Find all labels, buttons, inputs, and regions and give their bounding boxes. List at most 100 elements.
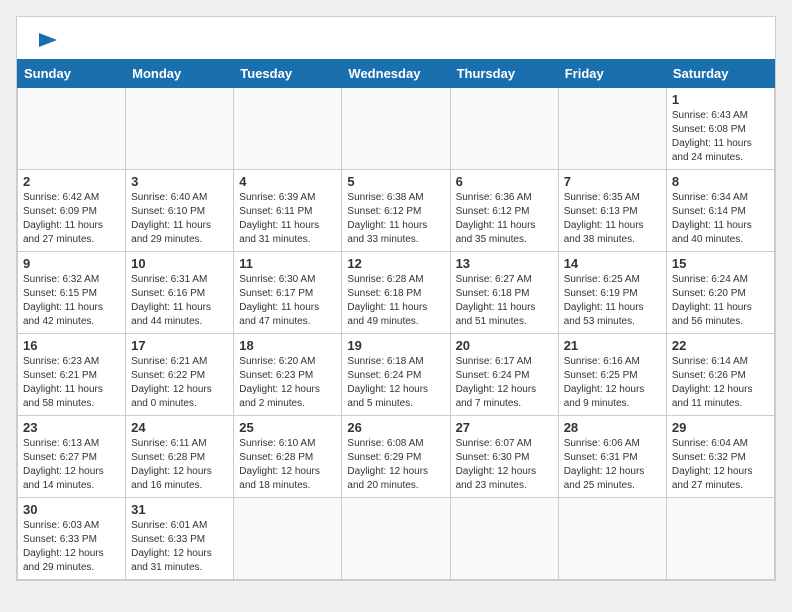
day-number: 11 <box>239 256 336 271</box>
day-number: 13 <box>456 256 553 271</box>
weekday-header-thursday: Thursday <box>450 60 558 88</box>
day-cell: 9 Sunrise: 6:32 AM Sunset: 6:15 PM Daylig… <box>18 252 126 334</box>
day-info: Sunrise: 6:25 AM Sunset: 6:19 PM Dayligh… <box>564 273 661 329</box>
weekday-header-wednesday: Wednesday <box>342 60 450 88</box>
day-cell <box>342 498 450 580</box>
day-info: Sunrise: 6:39 AM Sunset: 6:11 PM Dayligh… <box>239 191 336 247</box>
weekday-header-row: SundayMondayTuesdayWednesdayThursdayFrid… <box>18 60 775 88</box>
day-cell <box>558 498 666 580</box>
day-info: Sunrise: 6:01 AM Sunset: 6:33 PM Dayligh… <box>131 519 228 575</box>
day-info: Sunrise: 6:35 AM Sunset: 6:13 PM Dayligh… <box>564 191 661 247</box>
week-row-1: 1Sunrise: 6:43 AM Sunset: 6:08 PM Daylig… <box>18 88 775 170</box>
logo <box>33 29 59 51</box>
day-number: 21 <box>564 338 661 353</box>
day-cell: 31Sunrise: 6:01 AM Sunset: 6:33 PM Dayli… <box>126 498 234 580</box>
day-cell <box>18 88 126 170</box>
day-info: Sunrise: 6:06 AM Sunset: 6:31 PM Dayligh… <box>564 437 661 493</box>
day-number: 25 <box>239 420 336 435</box>
day-info: Sunrise: 6:03 AM Sunset: 6:33 PM Dayligh… <box>23 519 120 575</box>
day-cell: 17Sunrise: 6:21 AM Sunset: 6:22 PM Dayli… <box>126 334 234 416</box>
day-number: 5 <box>347 174 444 189</box>
day-number: 18 <box>239 338 336 353</box>
day-info: Sunrise: 6:08 AM Sunset: 6:29 PM Dayligh… <box>347 437 444 493</box>
day-info: Sunrise: 6:34 AM Sunset: 6:14 PM Dayligh… <box>672 191 769 247</box>
day-number: 17 <box>131 338 228 353</box>
day-number: 27 <box>456 420 553 435</box>
calendar-container: SundayMondayTuesdayWednesdayThursdayFrid… <box>16 16 776 581</box>
week-row-2: 2 Sunrise: 6:42 AM Sunset: 6:09 PM Daylig… <box>18 170 775 252</box>
day-number: 14 <box>564 256 661 271</box>
week-row-3: 9 Sunrise: 6:32 AM Sunset: 6:15 PM Daylig… <box>18 252 775 334</box>
day-number: 4 <box>239 174 336 189</box>
day-info: Sunrise: 6:07 AM Sunset: 6:30 PM Dayligh… <box>456 437 553 493</box>
day-cell: 18 Sunrise: 6:20 AM Sunset: 6:23 PM Dayli… <box>234 334 342 416</box>
day-number: 22 <box>672 338 769 353</box>
day-cell: 5 Sunrise: 6:38 AM Sunset: 6:12 PM Daylig… <box>342 170 450 252</box>
day-cell: 27 Sunrise: 6:07 AM Sunset: 6:30 PM Dayli… <box>450 416 558 498</box>
day-cell: 20Sunrise: 6:17 AM Sunset: 6:24 PM Dayli… <box>450 334 558 416</box>
day-number: 15 <box>672 256 769 271</box>
day-info: Sunrise: 6:28 AM Sunset: 6:18 PM Dayligh… <box>347 273 444 329</box>
day-number: 29 <box>672 420 769 435</box>
day-number: 9 <box>23 256 120 271</box>
day-cell: 19 Sunrise: 6:18 AM Sunset: 6:24 PM Dayli… <box>342 334 450 416</box>
weekday-header-sunday: Sunday <box>18 60 126 88</box>
day-number: 8 <box>672 174 769 189</box>
day-cell <box>450 88 558 170</box>
day-info: Sunrise: 6:04 AM Sunset: 6:32 PM Dayligh… <box>672 437 769 493</box>
day-info: Sunrise: 6:43 AM Sunset: 6:08 PM Dayligh… <box>672 109 769 165</box>
day-cell: 6 Sunrise: 6:36 AM Sunset: 6:12 PM Daylig… <box>450 170 558 252</box>
day-cell: 8 Sunrise: 6:34 AM Sunset: 6:14 PM Daylig… <box>666 170 774 252</box>
day-cell: 12 Sunrise: 6:28 AM Sunset: 6:18 PM Dayli… <box>342 252 450 334</box>
day-cell: 16Sunrise: 6:23 AM Sunset: 6:21 PM Dayli… <box>18 334 126 416</box>
day-cell: 7 Sunrise: 6:35 AM Sunset: 6:13 PM Daylig… <box>558 170 666 252</box>
day-number: 26 <box>347 420 444 435</box>
weekday-header-monday: Monday <box>126 60 234 88</box>
day-number: 2 <box>23 174 120 189</box>
day-cell: 4 Sunrise: 6:39 AM Sunset: 6:11 PM Daylig… <box>234 170 342 252</box>
day-number: 3 <box>131 174 228 189</box>
day-info: Sunrise: 6:16 AM Sunset: 6:25 PM Dayligh… <box>564 355 661 411</box>
day-number: 6 <box>456 174 553 189</box>
day-cell: 15Sunrise: 6:24 AM Sunset: 6:20 PM Dayli… <box>666 252 774 334</box>
day-info: Sunrise: 6:10 AM Sunset: 6:28 PM Dayligh… <box>239 437 336 493</box>
day-info: Sunrise: 6:18 AM Sunset: 6:24 PM Dayligh… <box>347 355 444 411</box>
weekday-header-tuesday: Tuesday <box>234 60 342 88</box>
weekday-header-saturday: Saturday <box>666 60 774 88</box>
day-cell: 14 Sunrise: 6:25 AM Sunset: 6:19 PM Dayli… <box>558 252 666 334</box>
day-info: Sunrise: 6:38 AM Sunset: 6:12 PM Dayligh… <box>347 191 444 247</box>
day-cell: 1Sunrise: 6:43 AM Sunset: 6:08 PM Daylig… <box>666 88 774 170</box>
day-info: Sunrise: 6:42 AM Sunset: 6:09 PM Dayligh… <box>23 191 120 247</box>
logo-icon <box>37 29 59 51</box>
day-info: Sunrise: 6:36 AM Sunset: 6:12 PM Dayligh… <box>456 191 553 247</box>
day-info: Sunrise: 6:11 AM Sunset: 6:28 PM Dayligh… <box>131 437 228 493</box>
day-cell: 29 Sunrise: 6:04 AM Sunset: 6:32 PM Dayli… <box>666 416 774 498</box>
day-number: 12 <box>347 256 444 271</box>
week-row-5: 23Sunrise: 6:13 AM Sunset: 6:27 PM Dayli… <box>18 416 775 498</box>
day-cell <box>342 88 450 170</box>
day-cell: 3 Sunrise: 6:40 AM Sunset: 6:10 PM Daylig… <box>126 170 234 252</box>
day-info: Sunrise: 6:14 AM Sunset: 6:26 PM Dayligh… <box>672 355 769 411</box>
day-cell: 25 Sunrise: 6:10 AM Sunset: 6:28 PM Dayli… <box>234 416 342 498</box>
calendar-table: SundayMondayTuesdayWednesdayThursdayFrid… <box>17 59 775 580</box>
day-info: Sunrise: 6:32 AM Sunset: 6:15 PM Dayligh… <box>23 273 120 329</box>
day-number: 7 <box>564 174 661 189</box>
day-info: Sunrise: 6:27 AM Sunset: 6:18 PM Dayligh… <box>456 273 553 329</box>
day-cell <box>234 498 342 580</box>
day-cell: 28Sunrise: 6:06 AM Sunset: 6:31 PM Dayli… <box>558 416 666 498</box>
day-cell: 24 Sunrise: 6:11 AM Sunset: 6:28 PM Dayli… <box>126 416 234 498</box>
day-info: Sunrise: 6:31 AM Sunset: 6:16 PM Dayligh… <box>131 273 228 329</box>
day-cell: 30Sunrise: 6:03 AM Sunset: 6:33 PM Dayli… <box>18 498 126 580</box>
day-cell: 11Sunrise: 6:30 AM Sunset: 6:17 PM Dayli… <box>234 252 342 334</box>
day-info: Sunrise: 6:17 AM Sunset: 6:24 PM Dayligh… <box>456 355 553 411</box>
day-number: 24 <box>131 420 228 435</box>
day-info: Sunrise: 6:40 AM Sunset: 6:10 PM Dayligh… <box>131 191 228 247</box>
day-number: 23 <box>23 420 120 435</box>
day-info: Sunrise: 6:20 AM Sunset: 6:23 PM Dayligh… <box>239 355 336 411</box>
day-number: 19 <box>347 338 444 353</box>
day-cell: 10Sunrise: 6:31 AM Sunset: 6:16 PM Dayli… <box>126 252 234 334</box>
day-cell <box>666 498 774 580</box>
day-cell: 13 Sunrise: 6:27 AM Sunset: 6:18 PM Dayli… <box>450 252 558 334</box>
day-cell: 21 Sunrise: 6:16 AM Sunset: 6:25 PM Dayli… <box>558 334 666 416</box>
day-cell <box>234 88 342 170</box>
